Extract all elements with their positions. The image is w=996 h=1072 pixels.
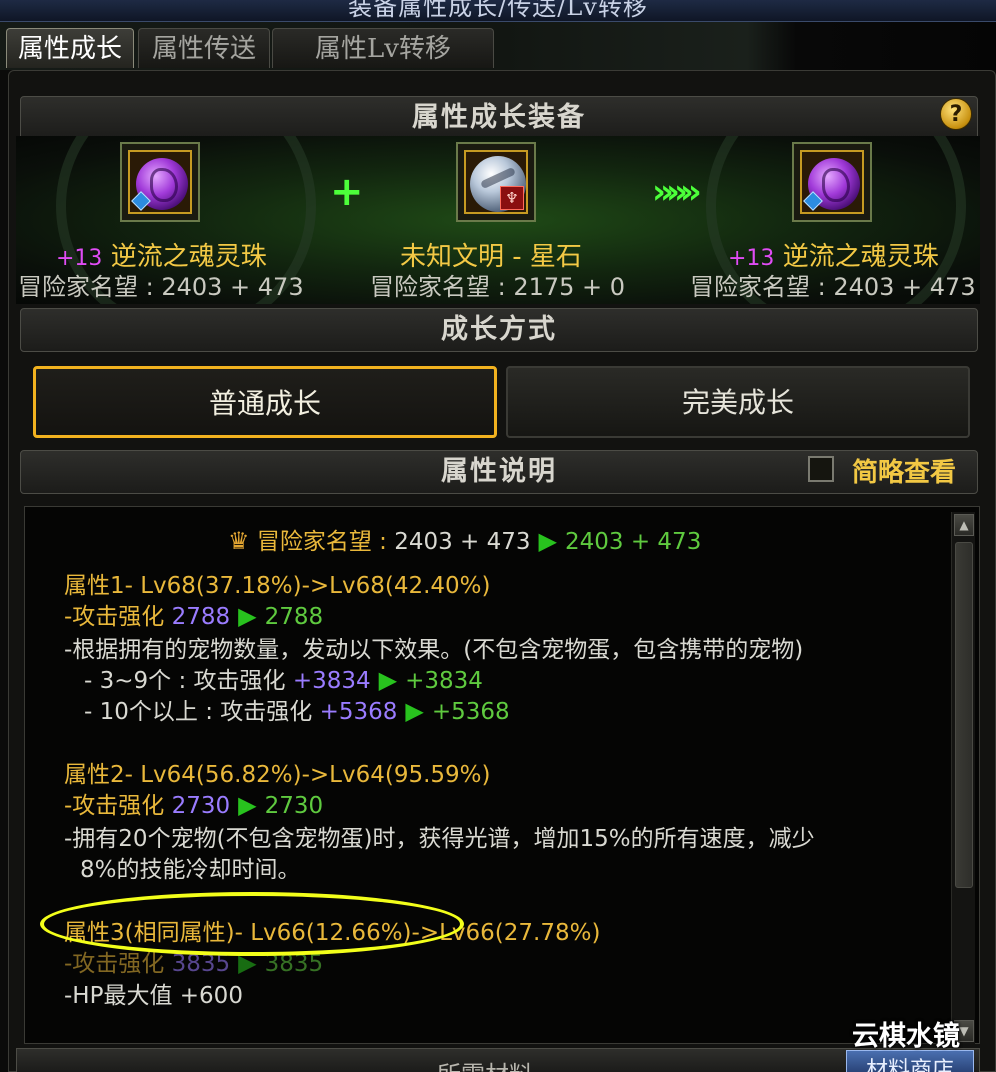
attr1-atk-after: 2788 [264,604,324,630]
description-section-title: 属性说明 [441,456,557,487]
tab-attribute-lv-transfer[interactable]: 属性Lv转移 [272,28,494,68]
description-scrollbar[interactable]: ▲ ▼ [951,512,975,1044]
result-stat-value: 2403 + 473 [833,273,976,301]
triangle-arrow-icon: ▶ [238,602,257,630]
triangle-arrow-icon: ▶ [378,666,398,694]
tab-attribute-transfer[interactable]: 属性传送 [138,28,270,68]
attr2-atk-before: 2730 [171,793,231,819]
attr1-tier2-before: +5368 [319,699,398,725]
attr2-effect-line1: -拥有20个宠物(不包含宠物蛋)时，获得光谱，增加15%的所有速度，减少 [64,826,815,852]
source-stat-label: 冒险家名望 [18,273,138,301]
source-equipment-slot[interactable] [120,142,200,222]
attr1-tier2-line: - 10个以上 : 攻击强化 +5368 ▶ +5368 [84,692,510,726]
triangle-arrow-icon: ▶ [538,527,557,555]
plus-icon: + [330,169,364,215]
growth-section-title: 成长方式 [441,314,557,345]
simple-view-checkbox[interactable] [808,456,834,482]
equip-display: + ♆ »»» +13 逆流之魂灵珠 冒险家名望 : 2403 + 473 未知… [16,136,980,304]
material-stat-value: 2175 + 0 [513,273,626,301]
equip-section-header: 属性成长装备 [20,96,978,140]
fame-after: 2403 + 473 [565,529,702,555]
attr2-atk-after: 2730 [264,793,324,819]
result-arrow-icon: »»» [652,172,702,212]
help-icon[interactable]: ? [940,98,972,130]
material-shop-button[interactable]: 材料商店 [846,1050,974,1072]
source-stat-value: 2403 + 473 [161,273,304,301]
scroll-thumb[interactable] [955,542,973,888]
attr1-tier2-after: +5368 [431,699,510,725]
attr1-atk-line: -攻击强化 2788 ▶ 2788 [64,597,323,631]
trophy-badge-icon: ♆ [500,186,524,210]
normal-growth-button[interactable]: 普通成长 [33,366,497,438]
attr1-tier1-label: - 3~9个 : 攻击强化 [84,668,286,694]
crown-icon: ♛ [228,527,250,555]
attr1-atk-before: 2788 [171,604,231,630]
result-stat-label: 冒险家名望 [690,273,810,301]
tab-attribute-growth[interactable]: 属性成长 [6,28,134,68]
attr2-atk-label: -攻击强化 [64,793,165,819]
materials-section-header: 所需材料 [16,1048,980,1072]
attr1-atk-label: -攻击强化 [64,604,165,630]
fame-before: 2403 + 473 [394,529,531,555]
attr3-atk-label: -攻击强化 [64,951,165,977]
perfect-growth-button[interactable]: 完美成长 [506,366,970,438]
attr2-atk-line: -攻击强化 2730 ▶ 2730 [64,786,323,820]
tab-strip: 属性成长 属性传送 属性Lv转移 [0,22,996,70]
window-title-bar: 装备属性成长/传送/Lv转移 [0,0,996,22]
material-stat-label: 冒险家名望 [370,273,490,301]
attr1-tier1-after: +3834 [405,668,483,694]
watermark-text: 云棋水镜 [852,1021,960,1052]
attr1-effect-text: -根据拥有的宠物数量，发动以下效果。(不包含宠物蛋，包含携带的宠物) [64,637,804,663]
equip-section-title: 属性成长装备 [412,102,586,133]
window-title: 装备属性成长/传送/Lv转移 [348,0,648,21]
description-section-header: 属性说明 [20,450,978,494]
attr1-tier1-line: - 3~9个 : 攻击强化 +3834 ▶ +3834 [84,661,483,695]
source-stat: 冒险家名望 : 2403 + 473 [18,273,304,301]
highlight-ellipse-annotation [40,892,464,956]
result-equipment-slot[interactable] [792,142,872,222]
materials-section-title: 所需材料 [437,1055,533,1072]
material-stat: 冒险家名望 : 2175 + 0 [370,273,626,301]
growth-section-header: 成长方式 [20,308,978,352]
attr3-hp-line: -HP最大值 +600 [64,983,243,1009]
material-equipment-slot[interactable]: ♆ [456,142,536,222]
fame-summary-line: ♛ 冒险家名望 : 2403 + 473 ▶ 2403 + 473 [228,527,702,555]
attr1-tier2-label: - 10个以上 : 攻击强化 [84,699,313,725]
attr1-header: 属性1- Lv68(37.18%)->Lv68(42.40%) [64,573,491,599]
attr1-tier1-before: +3834 [292,668,371,694]
result-stat: 冒险家名望 : 2403 + 473 [690,273,976,301]
fame-label: 冒险家名望 [256,529,372,555]
triangle-arrow-icon: ▶ [238,791,257,819]
scroll-up-icon[interactable]: ▲ [954,514,974,536]
attr2-header: 属性2- Lv64(56.82%)->Lv64(95.59%) [64,762,491,788]
attr2-effect-line2: 8%的技能冷却时间。 [80,857,301,883]
triangle-arrow-icon: ▶ [405,697,424,725]
simple-view-label[interactable]: 简略查看 [852,452,956,489]
